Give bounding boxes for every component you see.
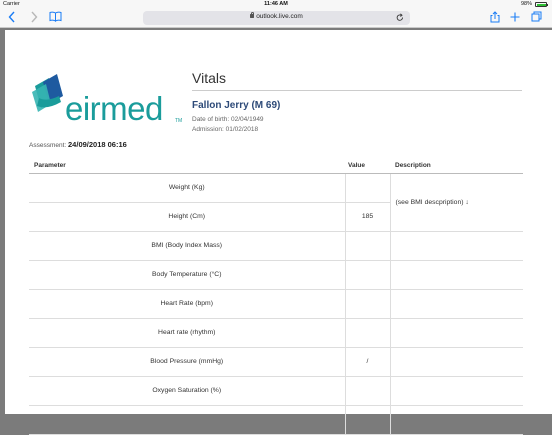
table-row: Body Temperature (°C) <box>29 260 523 290</box>
description-cell <box>390 347 523 377</box>
value-cell[interactable] <box>345 376 391 406</box>
table-row: Heart rate (rhythm) <box>29 318 523 348</box>
parameter-cell: Heart Rate (bpm) <box>29 289 346 319</box>
column-header-value: Value <box>345 159 390 174</box>
value-cell[interactable] <box>345 289 391 319</box>
address-bar[interactable]: outlook.live.com <box>143 11 410 25</box>
plus-icon <box>510 12 520 22</box>
tabs-button[interactable] <box>530 11 542 25</box>
parameter-cell: Body Temperature (°C) <box>29 260 346 290</box>
share-button[interactable] <box>489 11 501 25</box>
parameter-cell: Heart rate (rhythm) <box>29 318 346 348</box>
parameter-cell: Height (Cm) <box>29 202 346 232</box>
parameter-cell: Weight (Kg) <box>29 173 346 203</box>
title-divider <box>192 90 522 91</box>
reload-icon <box>396 13 403 21</box>
forward-button[interactable] <box>28 11 40 25</box>
date-of-birth: Date of birth: 02/04/1949 <box>192 116 264 123</box>
share-icon <box>490 11 500 23</box>
table-row: Oxygen Saturation (%) <box>29 376 523 406</box>
value-cell[interactable]: / <box>345 347 391 377</box>
table-row: Heart Rate (bpm) <box>29 289 523 319</box>
browser-toolbar: outlook.live.com <box>0 9 552 28</box>
value-cell[interactable] <box>345 260 391 290</box>
parameter-cell: Blood Pressure (mmHg) <box>29 347 346 377</box>
description-cell <box>390 289 523 319</box>
table-row: Weight (Kg) (see BMI descpription) ↓ <box>29 173 523 232</box>
description-cell: (see BMI descpription) ↓ <box>390 173 523 232</box>
table-row: Blood Pressure (mmHg) / <box>29 347 523 377</box>
assessment-value: 24/09/2018 06:16 <box>68 140 127 149</box>
value-cell[interactable]: 185 <box>345 202 391 232</box>
logo-wordmark: eirmed <box>65 90 163 127</box>
assessment-label: Assessment: <box>29 142 69 149</box>
logo-emblem-icon <box>32 74 63 112</box>
description-cell <box>390 260 523 290</box>
description-cell <box>390 405 523 435</box>
chevron-left-icon <box>8 11 15 23</box>
table-row: BMI (Body Index Mass) <box>29 231 523 261</box>
parameter-cell <box>29 405 346 435</box>
page-title: Vitals <box>192 70 226 86</box>
description-cell <box>390 318 523 348</box>
bookmarks-button[interactable] <box>48 11 62 25</box>
column-header-description: Description <box>390 159 523 174</box>
description-cell <box>390 231 523 261</box>
chevron-right-icon <box>31 11 38 23</box>
book-icon <box>49 11 61 22</box>
parameter-cell: BMI (Body Index Mass) <box>29 231 346 261</box>
tabs-icon <box>531 11 541 22</box>
logo-trademark: TM <box>175 118 183 124</box>
clock: 11:46 AM <box>264 1 288 7</box>
lock-icon <box>250 11 255 18</box>
table-row <box>29 405 523 435</box>
status-bar: Carrier 11:46 AM 98% <box>0 0 552 9</box>
value-cell[interactable] <box>345 318 391 348</box>
table-header-row: Parameter Value Description <box>29 159 523 174</box>
assessment-line: Assessment: 24/09/2018 06:16 <box>29 140 127 149</box>
value-cell[interactable] <box>345 173 391 203</box>
battery-icon <box>535 2 548 7</box>
parameter-cell: Oxygen Saturation (%) <box>29 376 346 406</box>
back-button[interactable] <box>6 11 18 25</box>
admission-date: Admission: 01/02/2018 <box>192 126 259 133</box>
column-header-parameter: Parameter <box>29 159 345 174</box>
new-tab-button[interactable] <box>509 11 521 25</box>
value-cell[interactable] <box>345 231 391 261</box>
reload-button[interactable] <box>396 13 405 22</box>
vitals-table: Parameter Value Description Weight (Kg) … <box>29 159 523 435</box>
url-text: outlook.live.com <box>256 13 303 20</box>
document-page: eirmed TM Vitals Fallon Jerry (M 69) Dat… <box>5 30 552 435</box>
value-cell[interactable] <box>345 405 391 435</box>
url-display[interactable]: outlook.live.com <box>143 11 410 20</box>
patient-name: Fallon Jerry (M 69) <box>192 100 281 111</box>
battery-percent: 98% <box>520 1 532 7</box>
description-cell <box>390 376 523 406</box>
